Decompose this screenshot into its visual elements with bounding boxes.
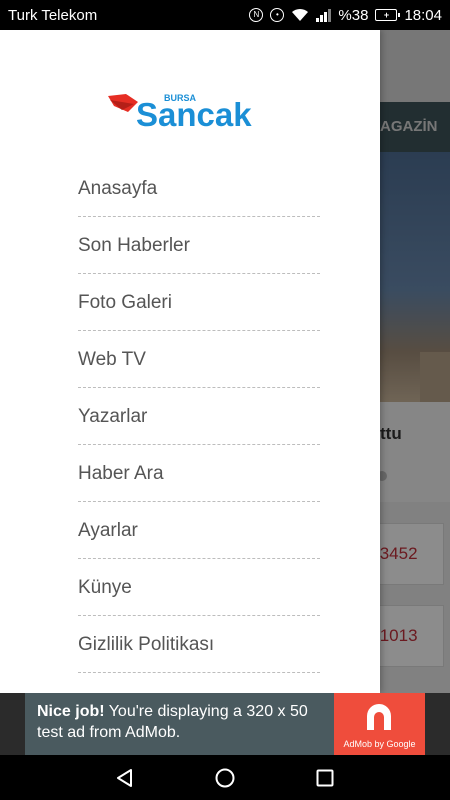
battery-charging-icon: + [375,9,401,21]
menu-item-son-haberler[interactable]: Son Haberler [78,217,320,274]
navigation-drawer: BURSA Sancak Anasayfa Son Haberler Foto … [0,30,380,693]
logo-main-text: Sancak [136,96,252,130]
battery-percent: %38 [338,6,369,24]
admob-logo: AdMob by Google [334,693,425,755]
ad-banner-area: Nice job! You're displaying a 320 x 50 t… [0,693,450,755]
menu-item-label: Foto Galeri [78,292,172,313]
menu-item-ayarlar[interactable]: Ayarlar [78,502,320,559]
nav-home-button[interactable] [195,755,255,800]
data-saver-icon: N [249,8,264,22]
menu-item-yazarlar[interactable]: Yazarlar [78,388,320,445]
circle-home-icon [215,768,235,787]
menu-item-anasayfa[interactable]: Anasayfa [78,160,320,217]
menu-item-label: Haber Ara [78,463,164,484]
status-icons: N • %38 + 18:04 [249,7,442,24]
admob-icon [367,704,391,730]
ad-text: Nice job! You're displaying a 320 x 50 t… [25,693,334,755]
menu-item-label: Son Haberler [78,235,190,256]
menu-item-haber-ara[interactable]: Haber Ara [78,445,320,502]
menu-item-label: Gizlilik Politikası [78,634,215,655]
nav-back-button[interactable] [95,755,155,800]
menu-item-kunye[interactable]: Künye [78,559,320,616]
carrier-name: Turk Telekom [8,6,98,24]
menu-item-web-tv[interactable]: Web TV [78,331,320,388]
menu-item-foto-galeri[interactable]: Foto Galeri [78,274,320,331]
menu-item-label: Yazarlar [78,406,148,427]
square-recents-icon [316,769,334,786]
signal-icon [316,8,332,22]
wifi-icon [292,8,309,21]
menu-item-label: Ayarlar [78,520,138,541]
status-bar: Turk Telekom N • %38 + 18:04 [0,0,450,30]
menu-item-label: Künye [78,577,132,598]
drawer-menu: Anasayfa Son Haberler Foto Galeri Web TV… [78,160,320,673]
menu-item-gizlilik-politikasi[interactable]: Gizlilik Politikası [78,616,320,673]
menu-item-label: Anasayfa [78,178,158,199]
clock: 18:04 [404,6,442,24]
admob-test-ad[interactable]: Nice job! You're displaying a 320 x 50 t… [25,693,425,755]
ad-bold-text: Nice job! [37,703,105,720]
menu-item-label: Web TV [78,349,146,370]
admob-caption: AdMob by Google [343,739,416,749]
bursa-sancak-logo: BURSA Sancak [108,93,252,130]
triangle-back-icon [117,768,132,787]
system-nav-bar [0,755,450,800]
nav-recents-button[interactable] [295,755,355,800]
alarm-icon: • [270,8,285,22]
